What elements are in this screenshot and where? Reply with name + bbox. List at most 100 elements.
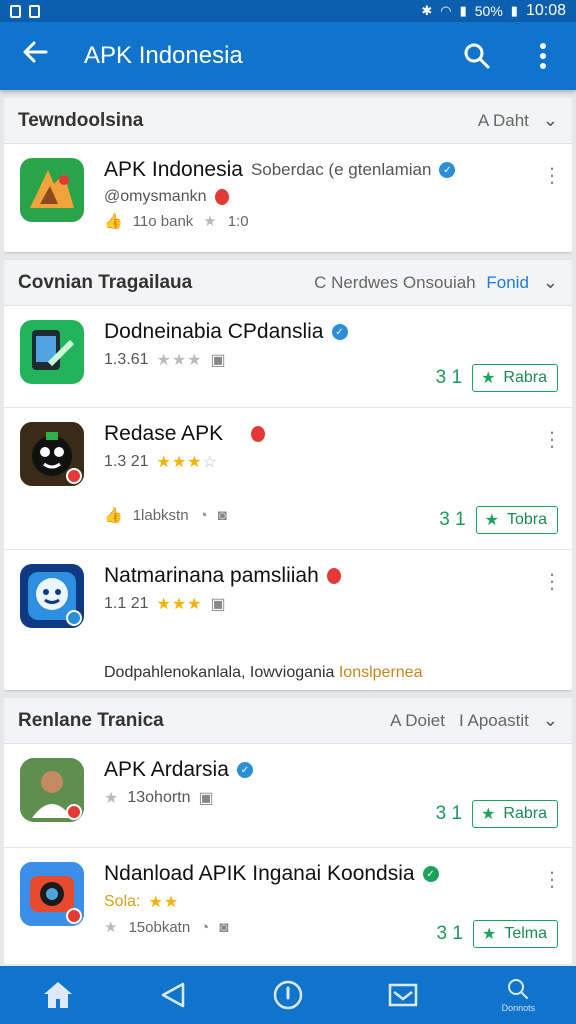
section-recent: Renlane Tranica A Doiet I Apoastit ⌄ APK… — [4, 698, 572, 964]
battery-level: 50% — [474, 3, 503, 19]
star-icon: ★ — [481, 806, 496, 823]
badge-icon — [66, 804, 82, 820]
section-header[interactable]: Covnian Tragailaua C Nerdwes Onsouiah Fo… — [4, 260, 572, 306]
app-title: Redase APK — [104, 422, 224, 445]
section-header[interactable]: Renlane Tranica A Doiet I Apoastit ⌄ — [4, 698, 572, 744]
verified-icon: ✓ — [422, 866, 439, 882]
star-icon: ★ — [481, 926, 497, 943]
app-note-link[interactable]: Ionslpernea — [339, 664, 423, 681]
app-tag: Sola: — [104, 893, 141, 910]
app-title: Ndanload APIK Inganai Koondsia — [104, 862, 415, 885]
install-button[interactable]: ★ Rabra — [472, 800, 558, 828]
nav-home[interactable] — [23, 966, 93, 1024]
more-vert-icon — [540, 43, 546, 69]
install-group: 3 1 ★ Telma — [437, 920, 558, 948]
app-stats-secondary: 1:0 — [227, 212, 249, 230]
clock-icon: ◔ — [200, 918, 210, 936]
inbox-icon — [388, 983, 418, 1007]
install-button-label: Tobra — [506, 511, 547, 528]
back-button[interactable] — [0, 39, 70, 73]
install-group: 3 1 ★ Rabra — [436, 800, 558, 828]
app-title: Natmarinana pamsliiah — [104, 564, 319, 587]
content: Tewndoolsina A Daht ⌄ APK Indonesia Sobe… — [4, 98, 572, 964]
bluetooth-icon: ✱ — [421, 3, 433, 18]
install-group: 3 1 ★ Rabra — [436, 364, 558, 392]
star-icon: ★ — [203, 213, 218, 230]
install-button-label: Rabra — [503, 805, 547, 822]
chevron-down-icon: ⌄ — [542, 710, 558, 730]
shield-icon: ◙ — [219, 918, 229, 936]
nav-info[interactable] — [253, 966, 323, 1024]
star-icon: ★ — [104, 790, 120, 807]
install-count: 3 1 — [435, 803, 463, 824]
search-icon — [464, 43, 490, 69]
notification-icon — [10, 4, 21, 18]
app-title: APK Ardarsia — [104, 758, 229, 781]
app-note: Dodpahlenokanlala, Iowviogania Ionslpern… — [104, 664, 522, 682]
app-bar: APK Indonesia — [0, 22, 576, 90]
section-title: Tewndoolsina — [18, 109, 144, 131]
app-rating: 1.3 21 — [104, 453, 149, 470]
list-item[interactable]: Ndanload APIK Inganai Koondsia ✓ Sola: ★… — [4, 848, 572, 964]
section-filter-accent[interactable]: Fonid — [486, 273, 529, 292]
image-notification-icon — [29, 4, 40, 18]
clock-icon: ◔ — [198, 506, 208, 524]
overflow-menu-icon[interactable]: · · · — [548, 421, 556, 457]
lock-icon: ▣ — [210, 352, 226, 369]
section-header[interactable]: Tewndoolsina A Daht ⌄ — [4, 98, 572, 144]
app-meta: 1labkstn — [132, 506, 189, 524]
triangle-back-icon — [161, 982, 185, 1008]
list-item[interactable]: APK Indonesia Soberdac (e gtenlamian ✓ @… — [4, 144, 572, 252]
rating-stars: ★★★☆ — [156, 454, 218, 471]
overflow-menu-icon[interactable]: · · · — [548, 861, 556, 897]
info-circle-icon — [273, 980, 303, 1010]
flag-icon — [251, 426, 266, 442]
more-options-button[interactable] — [510, 43, 576, 69]
battery-icon: ▮ — [510, 3, 518, 18]
app-icon — [20, 564, 84, 628]
app-rating: 1.1 21 — [104, 595, 149, 612]
badge-icon — [66, 908, 82, 924]
home-icon — [43, 982, 72, 1008]
section-featured: Tewndoolsina A Daht ⌄ APK Indonesia Sobe… — [4, 98, 572, 252]
install-button[interactable]: ★ Tobra — [475, 506, 558, 534]
overflow-menu-icon[interactable]: · · · — [548, 563, 556, 599]
thumbs-up-icon: 👍 — [104, 507, 123, 524]
badge-icon — [66, 468, 82, 484]
clock: 10:08 — [525, 2, 566, 19]
star-icon: ★ — [104, 919, 119, 936]
install-button-label: Telma — [504, 925, 547, 942]
wifi-icon: ◠ — [440, 3, 452, 18]
flag-icon — [214, 189, 229, 205]
app-rating: 1.3.61 — [104, 351, 149, 368]
section-filter-green[interactable]: I Apoastit — [459, 711, 529, 731]
section-filter: A Daht — [477, 110, 529, 130]
section-filter: A Doiet — [390, 710, 445, 730]
signal-icon: ▮ — [459, 3, 467, 18]
nav-inbox[interactable] — [368, 966, 438, 1024]
shield-icon: ◙ — [217, 506, 227, 524]
list-item[interactable]: Dodneinabia CPdanslia ✓ 1.3.61 ★★★ ▣ 3 1… — [4, 306, 572, 408]
nav-search[interactable]: Donnots — [483, 966, 553, 1024]
nav-back[interactable] — [138, 966, 208, 1024]
app-handle: @omysmankn — [104, 188, 207, 205]
search-button[interactable] — [444, 42, 510, 70]
section-filter-group: C Nerdwes Onsouiah Fonid — [314, 273, 529, 293]
app-icon — [20, 422, 84, 486]
section-title: Renlane Tranica — [18, 709, 164, 731]
rating-stars: ★★★ — [156, 596, 203, 613]
overflow-menu-icon[interactable]: · · · — [548, 157, 556, 193]
install-button[interactable]: ★ Telma — [472, 920, 558, 948]
app-icon — [20, 158, 84, 222]
install-button-label: Rabra — [503, 369, 547, 386]
install-count: 3 1 — [439, 509, 466, 530]
thumbs-up-icon: 👍 — [104, 213, 123, 230]
app-icon — [20, 758, 84, 822]
install-button[interactable]: ★ Rabra — [472, 364, 558, 392]
verified-icon: ✓ — [236, 762, 253, 778]
list-item[interactable]: Natmarinana pamsliiah 1.1 21 ★★★ ▣ Dodpa… — [4, 550, 572, 690]
star-icon: ★ — [481, 370, 496, 387]
install-count: 3 1 — [436, 923, 463, 944]
list-item[interactable]: Redase APK 1.3 21 ★★★☆ 👍 1labkstn ◔ ◙ · ·… — [4, 408, 572, 550]
list-item[interactable]: APK Ardarsia ✓ ★ 13ohortn ▣ 3 1 ★ Rabra — [4, 744, 572, 848]
